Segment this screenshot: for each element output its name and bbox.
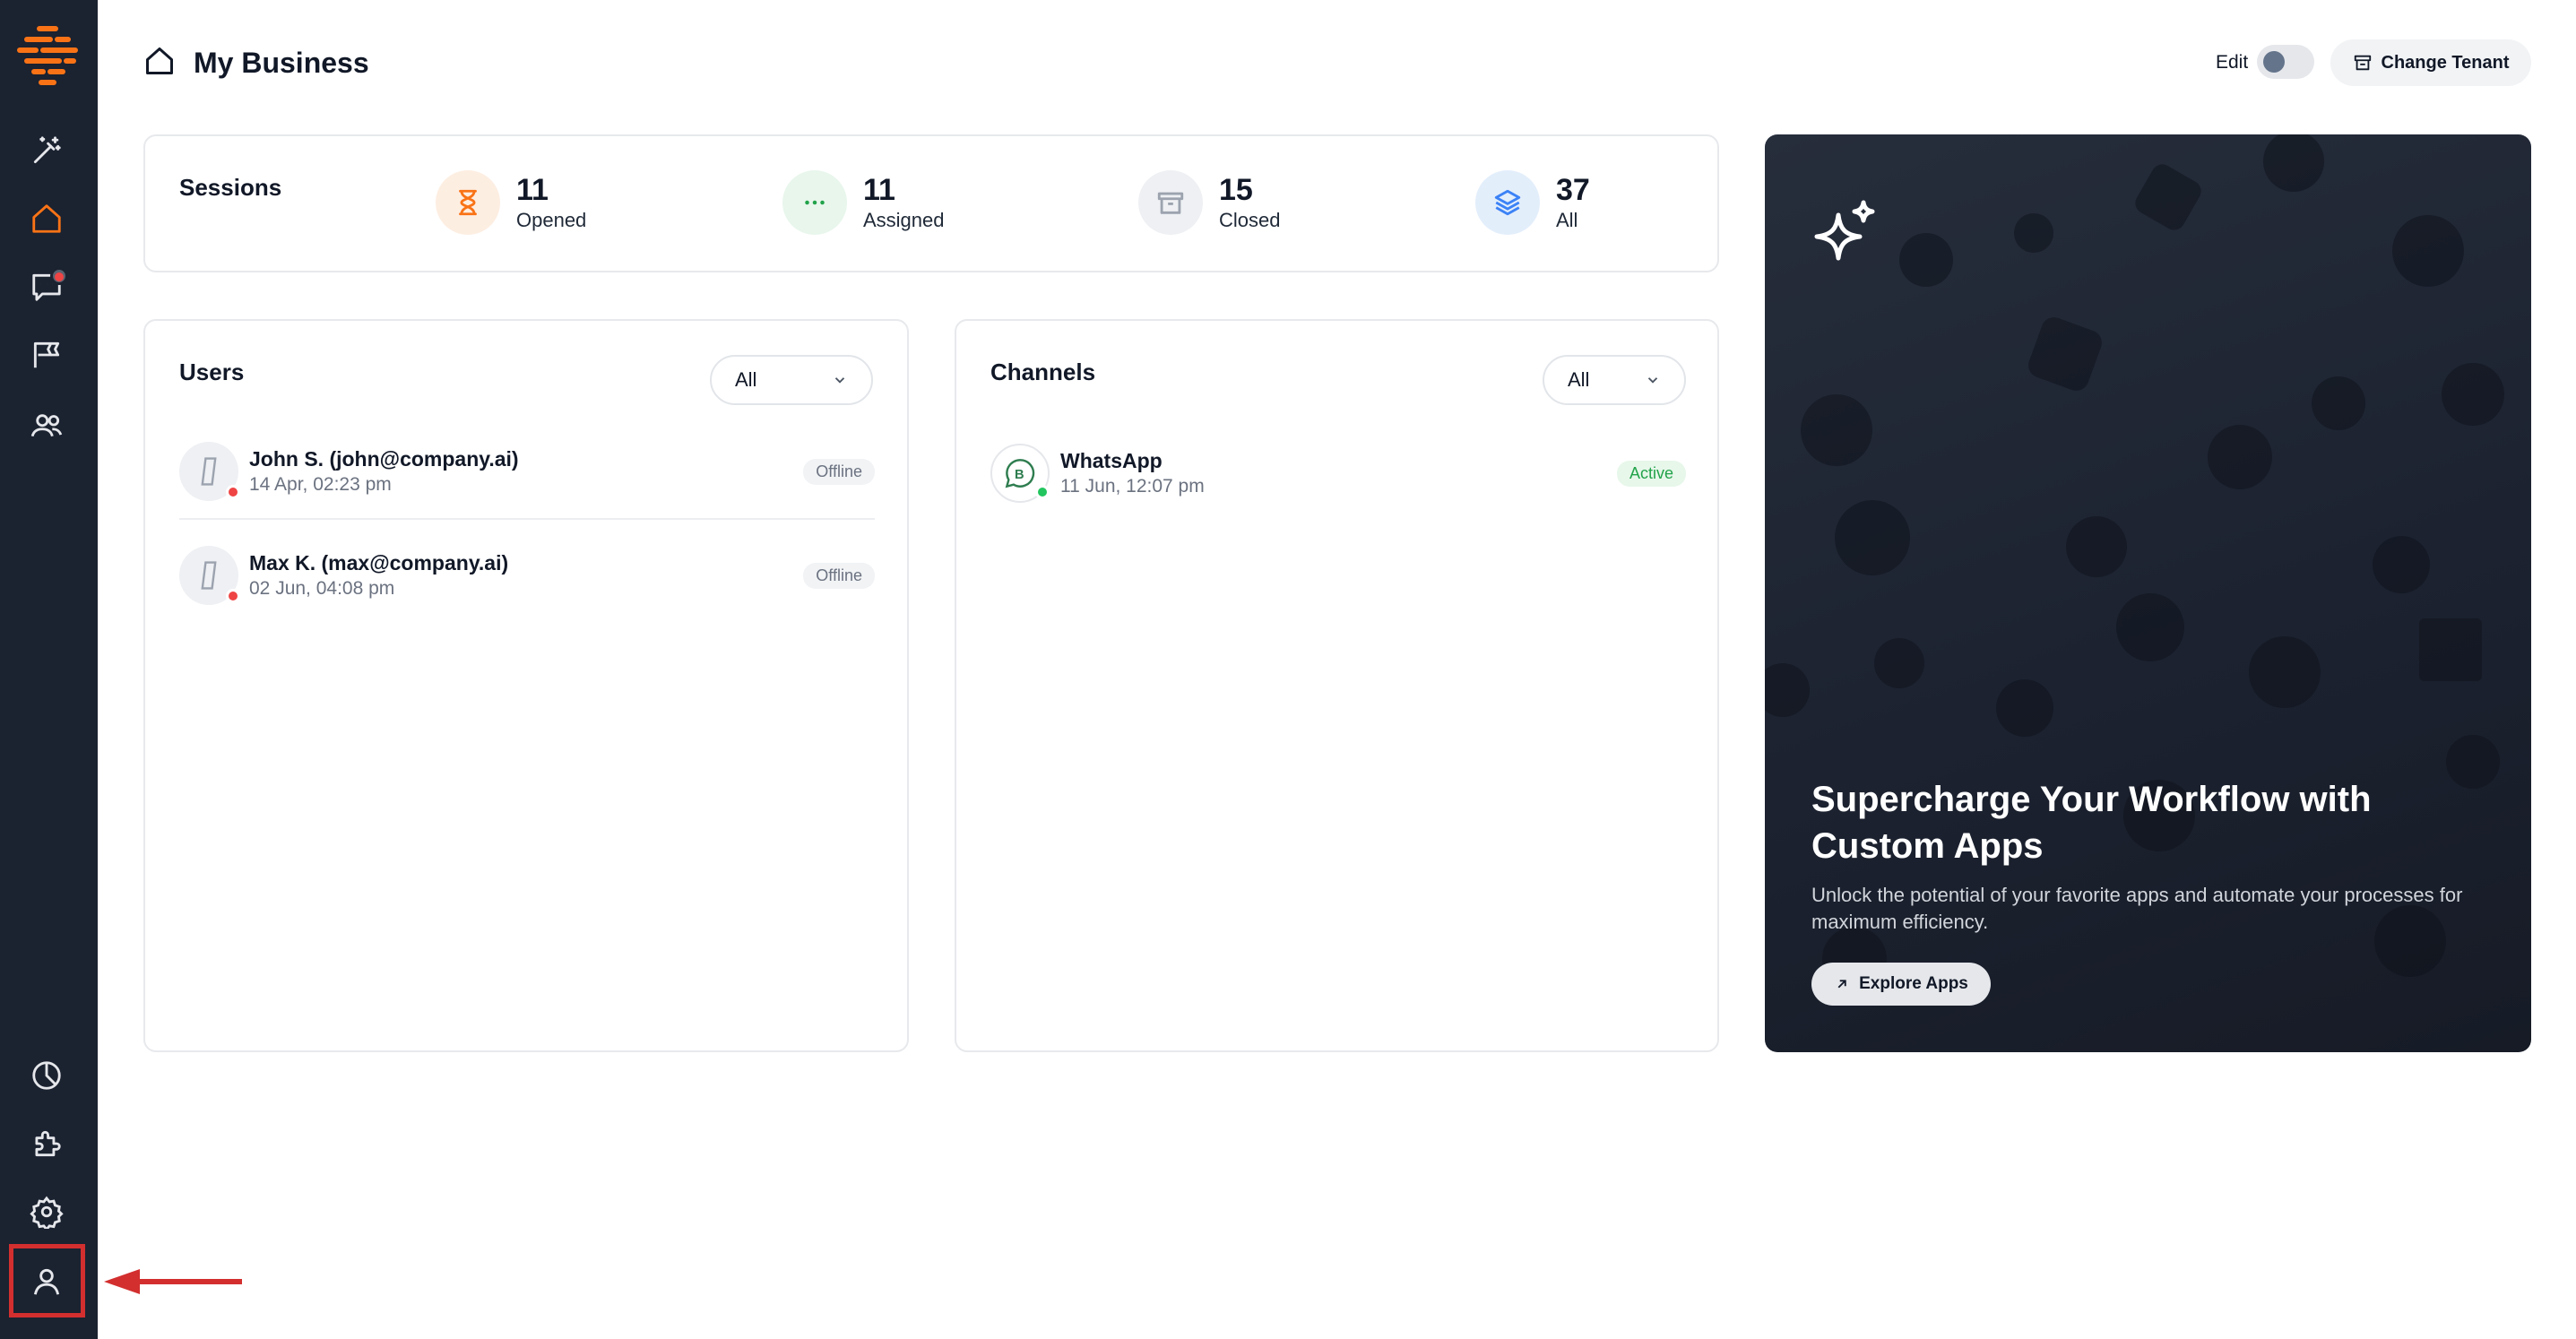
contacts-nav[interactable] <box>20 398 73 452</box>
change-tenant-button[interactable]: Change Tenant <box>2330 39 2531 86</box>
divider <box>179 518 875 520</box>
channel-name: WhatsApp <box>1060 449 1163 472</box>
stat-value: 15 <box>1219 173 1253 207</box>
analytics-nav[interactable] <box>20 1049 73 1102</box>
toggle-knob <box>2263 51 2285 73</box>
device-icon <box>201 457 217 486</box>
home-icon <box>32 204 61 233</box>
status-badge: Active <box>1616 460 1686 487</box>
magic-wand-icon <box>33 136 61 164</box>
online-status-dot <box>1035 485 1050 499</box>
layers-icon <box>1475 170 1540 235</box>
stat-value: 11 <box>516 173 549 207</box>
promo-banner: Supercharge Your Workflow with Custom Ap… <box>1765 134 2531 1052</box>
users-title: Users <box>179 359 245 385</box>
notification-badge <box>50 267 68 285</box>
stat-label: Closed <box>1219 209 1281 231</box>
arrow-up-right-icon <box>1837 980 1846 989</box>
stat-label: Opened <box>516 209 587 231</box>
pointer-arrow-icon <box>104 1269 242 1294</box>
status-badge: Offline <box>803 562 875 589</box>
stat-label: All <box>1556 209 1578 231</box>
device-icon <box>201 561 217 590</box>
edit-toggle[interactable] <box>2257 45 2314 79</box>
svg-text:B: B <box>1015 468 1024 482</box>
explore-apps-label: Explore Apps <box>1859 974 1968 993</box>
user-name: John S. (john@company.ai) <box>249 447 519 471</box>
channel-date: 11 Jun, 12:07 pm <box>1060 476 1205 497</box>
stat-closed[interactable]: 15 Closed <box>1138 170 1280 235</box>
stat-value: 11 <box>863 173 895 207</box>
offline-status-dot <box>226 589 240 603</box>
stat-label: Assigned <box>863 209 945 231</box>
user-row[interactable]: John S. (john@company.ai) 14 Apr, 02:23 … <box>179 421 875 522</box>
filter-value: All <box>1568 368 1590 391</box>
stat-value: 37 <box>1556 173 1590 207</box>
brand-logo[interactable] <box>16 23 79 86</box>
store-icon <box>2354 55 2371 71</box>
integrations-nav[interactable] <box>20 1117 73 1171</box>
puzzle-icon <box>35 1130 61 1157</box>
archive-icon <box>1138 170 1203 235</box>
user-last-seen: 14 Apr, 02:23 pm <box>249 474 392 495</box>
home-nav[interactable] <box>20 192 73 246</box>
campaigns-nav[interactable] <box>20 328 73 382</box>
user-row[interactable]: Max K. (max@company.ai) 02 Jun, 04:08 pm… <box>179 525 875 626</box>
highlight-box <box>9 1244 85 1317</box>
flag-icon <box>33 341 60 368</box>
user-last-seen: 02 Jun, 04:08 pm <box>249 578 395 599</box>
sparkle-icon <box>1814 200 1875 261</box>
sessions-label: Sessions <box>179 174 282 201</box>
sessions-card: Sessions 11 Opened 11 Assigned 15 Closed <box>143 134 1719 272</box>
channels-card: Channels All B WhatsApp 11 Jun, 12:07 pm… <box>955 319 1719 1052</box>
stat-opened[interactable]: 11 Opened <box>436 170 586 235</box>
chevron-down-icon <box>1647 377 1658 384</box>
channels-title: Channels <box>990 359 1096 385</box>
avatar <box>179 546 240 605</box>
channels-filter-select[interactable]: All <box>1543 355 1686 405</box>
gear-icon <box>30 1196 64 1229</box>
sidebar <box>0 0 98 1339</box>
user-name: Max K. (max@company.ai) <box>249 551 509 574</box>
change-tenant-label: Change Tenant <box>2381 52 2510 73</box>
avatar <box>179 442 240 501</box>
conversations-nav[interactable] <box>20 260 73 314</box>
users-icon <box>30 414 63 437</box>
magic-wand-nav[interactable] <box>20 124 73 177</box>
channel-avatar: B <box>990 444 1050 503</box>
channel-row[interactable]: B WhatsApp 11 Jun, 12:07 pm Active <box>990 423 1686 523</box>
offline-status-dot <box>226 485 240 499</box>
users-filter-select[interactable]: All <box>710 355 873 405</box>
whatsapp-business-icon: B <box>1005 459 1035 488</box>
promo-description: Unlock the potential of your favorite ap… <box>1811 884 2463 933</box>
status-badge: Offline <box>803 458 875 485</box>
explore-apps-button[interactable]: Explore Apps <box>1811 963 1991 1006</box>
promo-title: Supercharge Your Workflow with Custom Ap… <box>1811 780 2372 866</box>
edit-label: Edit <box>2216 52 2249 73</box>
chevron-down-icon <box>834 377 845 384</box>
settings-nav[interactable] <box>20 1185 73 1239</box>
ellipsis-icon <box>782 170 847 235</box>
hourglass-icon <box>436 170 500 235</box>
users-card: Users All John S. (john@company.ai) 14 A… <box>143 319 909 1052</box>
page-title: My Business <box>194 47 369 79</box>
pie-chart-icon <box>32 1061 61 1090</box>
filter-value: All <box>735 368 757 391</box>
stat-all[interactable]: 37 All <box>1475 170 1590 235</box>
stat-assigned[interactable]: 11 Assigned <box>782 170 945 235</box>
home-icon <box>146 48 173 74</box>
